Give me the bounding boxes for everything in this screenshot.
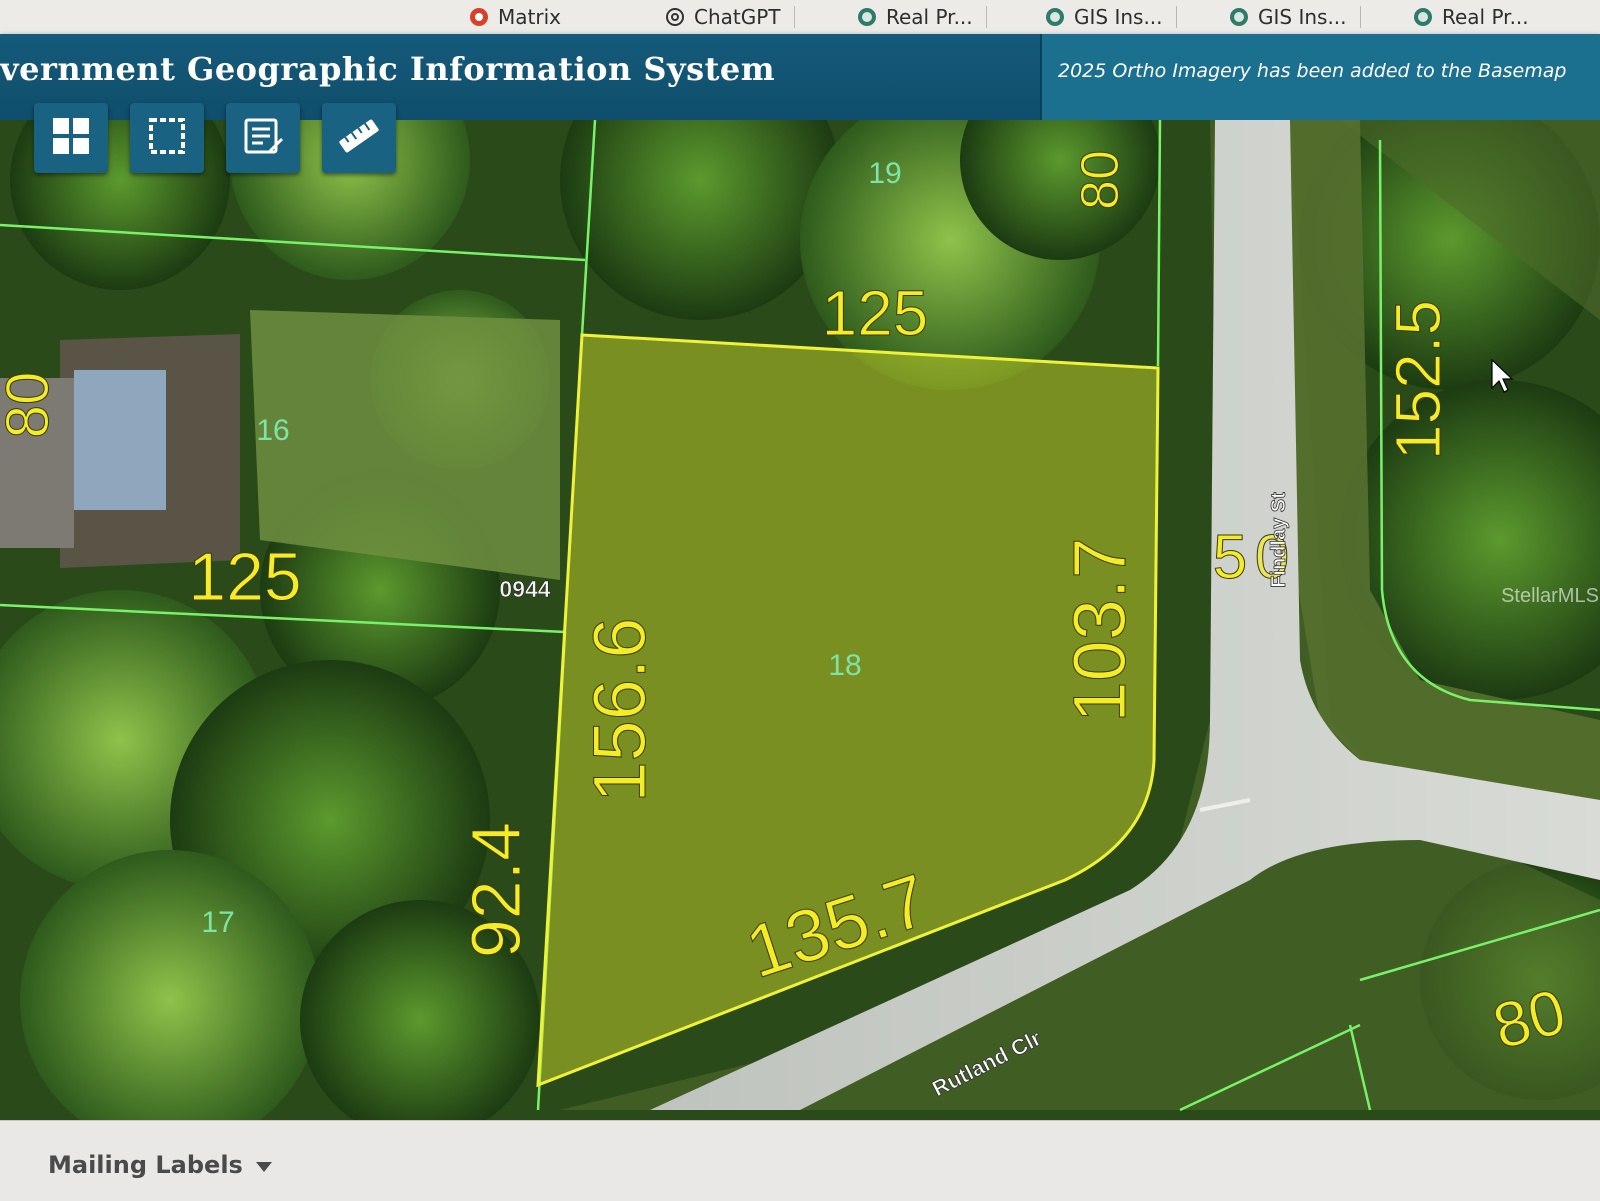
seal-favicon-icon <box>1412 6 1434 28</box>
street-label: Findlay St <box>1268 492 1290 588</box>
chevron-down-icon <box>255 1151 273 1179</box>
tab-real-pr[interactable]: Real Pr... <box>856 2 987 32</box>
dimension-label: 80 <box>1070 150 1130 210</box>
chatgpt-favicon-icon <box>664 6 686 28</box>
mailing-labels-dropdown[interactable]: Mailing Labels <box>48 1151 273 1179</box>
seal-favicon-icon <box>856 6 878 28</box>
matrix-favicon-icon <box>468 6 490 28</box>
browser-tab-bar: Matrix ChatGPT Real Pr... GIS Ins... GIS… <box>0 0 1600 35</box>
dimension-label: 103.7 <box>1058 537 1141 722</box>
watermark: StellarMLS <box>1501 585 1599 607</box>
selection-icon <box>147 116 187 160</box>
dimension-label: 80 <box>0 372 61 439</box>
tab-label: GIS Ins... <box>1074 5 1163 29</box>
lot-number: 16 <box>256 414 289 447</box>
dimension-label: 92.4 <box>457 822 535 958</box>
ruler-icon <box>337 116 381 160</box>
tab-label: Matrix <box>498 5 561 29</box>
tab-label: GIS Ins... <box>1258 5 1347 29</box>
parcel-id-label: 0944 <box>499 576 550 602</box>
dimension-label: 125 <box>188 539 301 615</box>
bottom-panel: Mailing Labels <box>0 1120 1600 1201</box>
tab-gis-ins-2[interactable]: GIS Ins... <box>1228 2 1361 32</box>
seal-favicon-icon <box>1044 6 1066 28</box>
tab-label: Real Pr... <box>886 5 973 29</box>
measure-button[interactable] <box>322 103 396 173</box>
dimension-label: 152.5 <box>1382 300 1454 460</box>
report-button[interactable] <box>226 103 300 173</box>
lot-number: 18 <box>828 649 861 682</box>
basemap-grid-button[interactable] <box>34 103 108 173</box>
dimension-label: 5 <box>1213 523 1247 592</box>
tab-real-pr-2[interactable]: Real Pr... <box>1412 2 1529 32</box>
announcement-banner: 2025 Ortho Imagery has been added to the… <box>1040 34 1600 120</box>
grid-icon <box>51 116 91 160</box>
mailing-labels-label: Mailing Labels <box>48 1151 243 1179</box>
map-canvas[interactable]: 125 80 152.5 80 125 0944 156.6 103.7 135… <box>0 120 1600 1120</box>
banner-text: 2025 Ortho Imagery has been added to the… <box>1058 60 1567 82</box>
tab-label: Real Pr... <box>1442 5 1529 29</box>
lot-number: 19 <box>868 157 901 190</box>
tab-gis-ins[interactable]: GIS Ins... <box>1044 2 1177 32</box>
select-box-button[interactable] <box>130 103 204 173</box>
tab-label: ChatGPT <box>694 5 781 29</box>
dimension-label: 156.6 <box>578 617 661 802</box>
tab-matrix[interactable]: Matrix <box>468 2 561 32</box>
page-title: vernment Geographic Information System <box>0 50 776 88</box>
lot-number: 17 <box>201 906 234 939</box>
seal-favicon-icon <box>1228 6 1250 28</box>
dimension-label: 125 <box>822 277 929 349</box>
edit-list-icon <box>243 116 283 160</box>
aerial-map[interactable]: 125 80 152.5 80 125 0944 156.6 103.7 135… <box>0 120 1600 1120</box>
tab-chatgpt[interactable]: ChatGPT <box>664 2 795 32</box>
